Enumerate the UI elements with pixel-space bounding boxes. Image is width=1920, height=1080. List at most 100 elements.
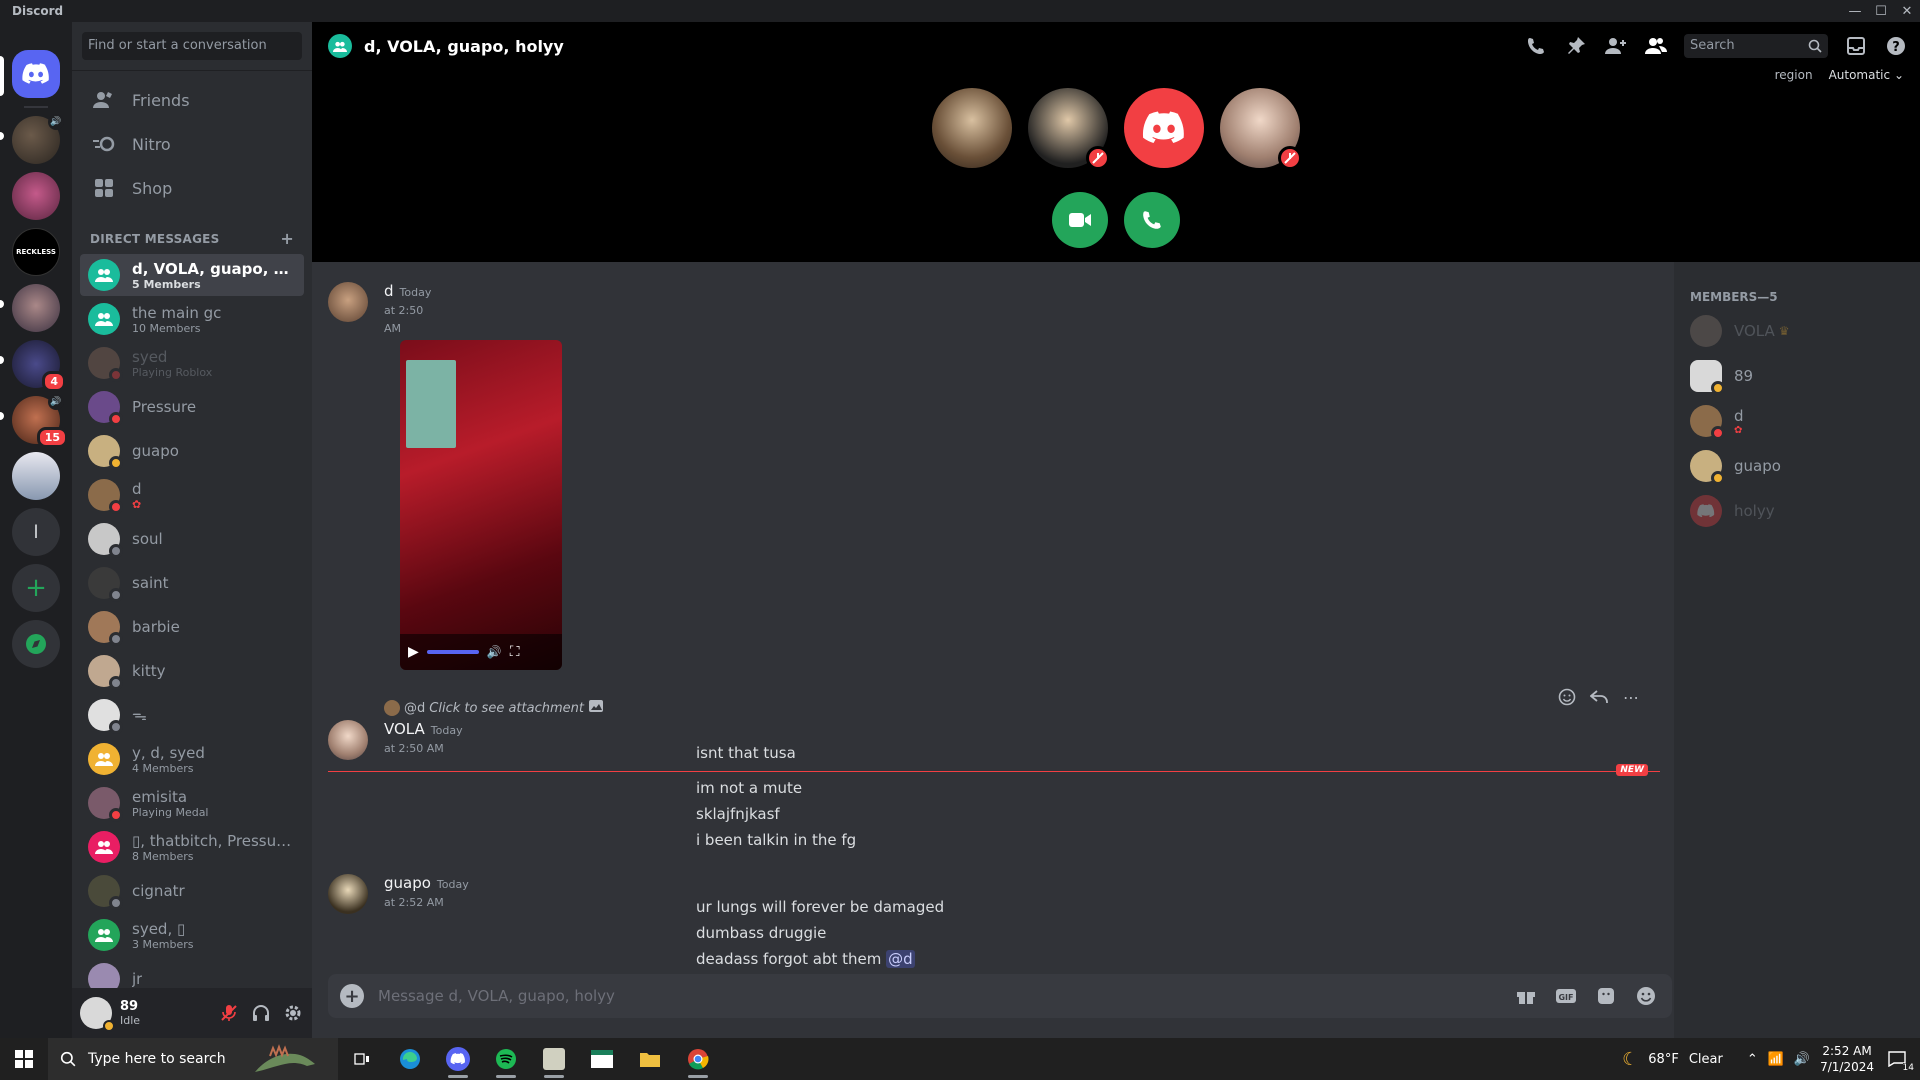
server-avatar[interactable]: 🔊 15 [12,394,68,448]
deafen-button[interactable] [250,1002,272,1024]
participant-avatar-default[interactable] [1124,88,1204,168]
dm-item[interactable]: ▯, thatbitch, Pressure... 8 Members [80,826,304,868]
network-icon[interactable]: 📶 [1768,1052,1784,1067]
start-call-button[interactable] [1524,34,1548,58]
server-avatar[interactable] [12,452,60,500]
dm-item[interactable]: syed Playing Roblox [80,342,304,384]
dm-item[interactable]: d, VOLA, guapo, holyy5 Members [80,254,304,296]
start-button[interactable] [0,1038,48,1080]
add-friends-to-dm-button[interactable] [1604,34,1628,58]
volume-icon[interactable]: 🔊 [1794,1052,1810,1067]
message-author[interactable]: d Today at 2:50 AM [384,282,431,336]
member-item[interactable]: 89 [1682,355,1912,397]
add-attachment-button[interactable]: + [340,984,364,1008]
home-button[interactable] [12,50,60,98]
mute-mic-button[interactable] [218,1002,240,1024]
taskbar-discord[interactable] [434,1038,482,1080]
reply-icon[interactable] [1588,686,1610,708]
dm-item[interactable]: ᯓ [80,694,304,736]
add-server-button[interactable]: + [12,564,60,612]
nav-friends[interactable]: Friends [80,79,304,121]
author-avatar[interactable] [328,720,368,760]
dm-item[interactable]: guapo [80,430,304,472]
volume-icon[interactable]: 🔊 [487,645,502,659]
member-item[interactable]: guapo [1682,445,1912,487]
dm-item[interactable]: d ✿ [80,474,304,516]
user-avatar[interactable] [80,997,115,1032]
participant-avatar[interactable] [1220,88,1302,170]
emoji-icon[interactable] [1632,984,1660,1008]
dm-item[interactable]: the main gc 10 Members [80,298,304,340]
dm-item[interactable]: cignatr [80,870,304,912]
taskbar-file-explorer[interactable] [626,1038,674,1080]
author-avatar[interactable] [328,282,368,322]
add-reaction-icon[interactable] [1556,686,1578,708]
user-mention[interactable]: @d [886,950,915,968]
member-item[interactable]: d ✿ [1682,400,1912,442]
play-icon[interactable]: ▶ [408,644,419,660]
find-conversation-input[interactable]: Find or start a conversation [82,32,302,60]
dm-item[interactable]: barbie [80,606,304,648]
dm-item[interactable]: kitty [80,650,304,692]
taskbar-edge[interactable] [386,1038,434,1080]
user-settings-button[interactable] [282,1002,304,1024]
minimize-button[interactable]: — [1842,0,1868,22]
explore-servers-button[interactable] [12,620,60,668]
taskbar-spotify[interactable] [482,1038,530,1080]
clock[interactable]: 2:52 AM 7/1/2024 [1820,1043,1874,1075]
server-avatar[interactable] [12,284,60,332]
show-member-list-button[interactable] [1644,34,1668,58]
dm-item[interactable]: soul [80,518,304,560]
maximize-button[interactable]: ☐ [1868,0,1894,22]
server-avatar-reckless[interactable]: RECKLESS [12,228,60,276]
region-selector[interactable]: region Automatic ⌄ [1775,68,1904,82]
reply-reference[interactable]: @d Click to see attachment [384,699,604,717]
participant-avatar[interactable] [932,88,1012,168]
taskbar-search[interactable]: Type here to search [48,1038,338,1080]
sticker-icon[interactable] [1592,984,1620,1008]
more-options-icon[interactable]: ⋯ [1620,686,1642,708]
message-composer[interactable]: + Message d, VOLA, guapo, holyy GIF [328,974,1672,1018]
message-input[interactable]: Message d, VOLA, guapo, holyy [378,987,615,1005]
weather-temp[interactable]: 68°F [1648,1052,1679,1067]
search-input[interactable]: Search [1684,34,1828,58]
server-avatar[interactable]: 4 [12,340,66,392]
dm-item[interactable]: saint [80,562,304,604]
message-author[interactable]: VOLA Today at 2:50 AM [384,720,463,756]
dm-item[interactable]: Pressure [80,386,304,428]
dm-item[interactable]: jr [80,958,304,988]
dm-item[interactable]: syed, ▯ 3 Members [80,914,304,956]
nav-shop[interactable]: Shop [80,167,304,209]
video-attachment[interactable]: ▶ 🔊 ⛶ [400,340,562,670]
task-view-button[interactable] [338,1038,386,1080]
member-item[interactable]: holyy [1682,490,1912,532]
chevron-up-icon[interactable]: ⌃ [1747,1052,1758,1067]
pinned-messages-button[interactable] [1564,34,1588,58]
member-item[interactable]: VOLA ♛ [1682,310,1912,352]
nav-nitro[interactable]: Nitro [80,123,304,165]
author-avatar[interactable] [328,874,368,914]
participant-avatar[interactable] [1028,88,1110,170]
gift-icon[interactable] [1512,984,1540,1008]
taskbar-app[interactable] [530,1038,578,1080]
inbox-button[interactable] [1844,34,1868,58]
join-video-button[interactable] [1052,192,1108,248]
taskbar-chrome[interactable] [674,1038,722,1080]
gif-icon[interactable]: GIF [1552,984,1580,1008]
server-letter-avatar[interactable]: l [12,508,60,556]
region-value[interactable]: Automatic ⌄ [1829,68,1904,82]
taskbar-app[interactable] [578,1038,626,1080]
dm-item[interactable]: y, d, syed 4 Members [80,738,304,780]
server-avatar[interactable]: 🔊 [12,114,64,164]
dm-item[interactable]: emisita Playing Medal [80,782,304,824]
user-info[interactable]: 89 Idle [120,999,140,1027]
close-window-button[interactable]: ✕ [1894,0,1920,22]
fullscreen-icon[interactable]: ⛶ [510,644,520,660]
weather-text[interactable]: Clear [1689,1052,1723,1067]
create-dm-plus-icon[interactable]: + [280,229,294,248]
help-button[interactable]: ? [1884,34,1908,58]
join-call-button[interactable] [1124,192,1180,248]
server-avatar[interactable] [12,172,60,220]
volume-slider[interactable] [426,650,479,654]
message-author[interactable]: guapo Today at 2:52 AM [384,874,469,910]
